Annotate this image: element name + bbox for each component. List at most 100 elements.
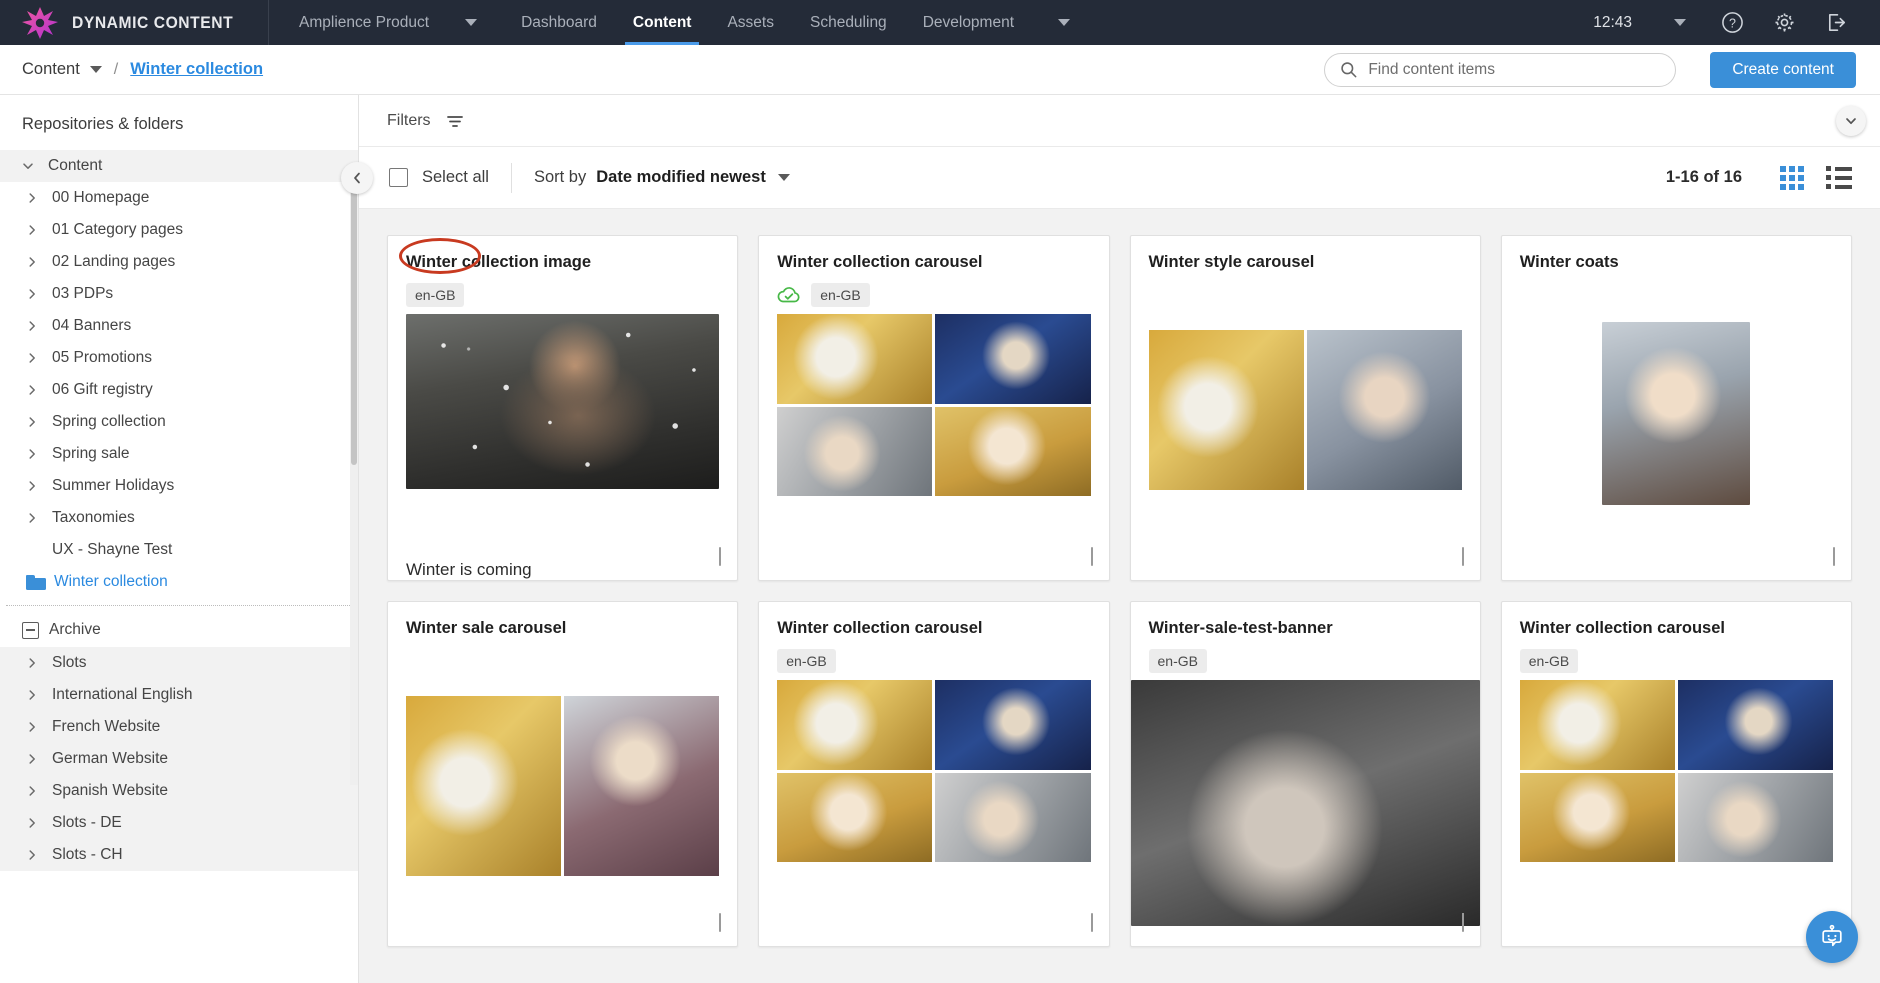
nav-item-development[interactable]: Development — [905, 0, 1032, 45]
toolbar-divider — [510, 162, 512, 193]
card-thumbnail — [388, 308, 737, 556]
brand-logo-area[interactable]: DYNAMIC CONTENT — [0, 6, 268, 39]
sidebar-item-05-promotions[interactable]: 05 Promotions — [0, 342, 358, 374]
sidebar-item-german-website[interactable]: German Website — [0, 743, 358, 775]
help-button[interactable]: ? — [1706, 0, 1758, 45]
breadcrumb-current[interactable]: Winter collection — [130, 60, 263, 79]
card-select-checkbox[interactable] — [719, 913, 722, 932]
thumbnail-tile — [777, 314, 933, 404]
timezone-dropdown-button[interactable] — [1654, 0, 1706, 45]
sidebar-item-content[interactable]: Content — [0, 150, 358, 182]
brand-name: DYNAMIC CONTENT — [72, 12, 234, 32]
sidebar-collapse-button[interactable] — [341, 161, 373, 194]
filter-icon[interactable] — [445, 111, 465, 131]
card-select-checkbox[interactable] — [1461, 547, 1464, 566]
chevron-right-icon — [26, 192, 52, 204]
content-card[interactable]: Winter collection carousel en-GB — [1500, 601, 1852, 947]
sidebar-item-spring-collection[interactable]: Spring collection — [0, 406, 358, 438]
grid-view-icon[interactable] — [1780, 165, 1804, 190]
content-card[interactable]: Winter-sale-test-banner en-GB — [1129, 601, 1481, 947]
sidebar-item-label: Content — [48, 157, 103, 174]
settings-button[interactable] — [1758, 0, 1810, 45]
sort-by-value[interactable]: Date modified newest — [596, 168, 766, 187]
card-select-checkbox-wrap[interactable] — [1461, 913, 1464, 932]
content-cards-grid: Winter collection image en-GB Winter is … — [387, 235, 1852, 947]
logout-button[interactable] — [1810, 0, 1862, 45]
breadcrumb-dropdown-icon[interactable] — [89, 66, 102, 73]
card-select-checkbox-wrap[interactable] — [1461, 547, 1464, 566]
search-input[interactable] — [1368, 60, 1662, 79]
sidebar-item-slots[interactable]: Slots — [0, 647, 358, 679]
select-all-control[interactable]: Select all — [389, 168, 489, 187]
content-card[interactable]: Winter collection carousel en-GB — [758, 601, 1110, 947]
product-selector[interactable]: Amplience Product — [269, 0, 439, 45]
thumbnail-tile — [1677, 680, 1833, 770]
locale-badge: en-GB — [811, 282, 870, 307]
breadcrumb-root[interactable]: Content — [22, 60, 80, 79]
sidebar-item-spanish-website[interactable]: Spanish Website — [0, 775, 358, 807]
nav-item-dashboard[interactable]: Dashboard — [503, 0, 615, 45]
chat-assistant-button[interactable] — [1806, 911, 1858, 963]
sidebar-item-taxonomies[interactable]: Taxonomies — [0, 502, 358, 534]
thumbnail-tile — [1677, 772, 1833, 862]
create-content-button[interactable]: Create content — [1710, 51, 1856, 88]
thumbnail-tile — [777, 406, 933, 496]
sidebar-item-03-pdps[interactable]: 03 PDPs — [0, 278, 358, 310]
sidebar-item-02-landing-pages[interactable]: 02 Landing pages — [0, 246, 358, 278]
card-select-checkbox[interactable] — [1090, 913, 1093, 932]
sidebar-item-winter-collection[interactable]: Winter collection — [0, 566, 358, 598]
sidebar-item-label: UX - Shayne Test — [52, 541, 173, 558]
sidebar-item-summer-holidays[interactable]: Summer Holidays — [0, 470, 358, 502]
sidebar-item-slots-ch[interactable]: Slots - CH — [0, 839, 358, 871]
sidebar-scrollbar-thumb[interactable] — [351, 165, 357, 465]
search-box[interactable] — [1324, 52, 1677, 87]
filters-label[interactable]: Filters — [387, 112, 431, 130]
content-card[interactable]: Winter coats — [1500, 235, 1852, 581]
card-select-checkbox-wrap[interactable] — [719, 547, 722, 566]
sidebar-item-00-homepage[interactable]: 00 Homepage — [0, 182, 358, 214]
more-nav-caret[interactable] — [1032, 0, 1096, 45]
content-card[interactable]: Winter collection carousel en-GB — [758, 235, 1110, 581]
product-selector-caret[interactable] — [439, 0, 503, 45]
nav-item-scheduling[interactable]: Scheduling — [792, 0, 905, 45]
select-all-checkbox[interactable] — [389, 168, 408, 187]
sidebar-archive-toggle[interactable]: Archive — [0, 613, 358, 647]
card-select-checkbox[interactable] — [1090, 547, 1093, 566]
thumbnail-tile — [1519, 680, 1675, 770]
sidebar-item-06-gift-registry[interactable]: 06 Gift registry — [0, 374, 358, 406]
card-select-checkbox[interactable] — [719, 547, 722, 566]
card-select-checkbox-wrap[interactable] — [719, 913, 722, 932]
card-select-checkbox-wrap[interactable] — [1090, 547, 1093, 566]
content-card[interactable]: Winter sale carousel — [387, 601, 739, 947]
sidebar-tree: Content 00 Homepage 01 Category pages 02… — [0, 150, 358, 983]
select-all-label: Select all — [422, 168, 489, 186]
sidebar-item-01-category-pages[interactable]: 01 Category pages — [0, 214, 358, 246]
sidebar-item-ux-shayne-test[interactable]: UX - Shayne Test — [0, 534, 358, 566]
list-view-icon[interactable] — [1826, 166, 1852, 189]
content-card[interactable]: Winter style carousel — [1129, 235, 1481, 581]
sidebar-item-label: 04 Banners — [52, 317, 132, 334]
filter-panel-expand-button[interactable] — [1836, 105, 1866, 136]
card-select-checkbox-wrap[interactable] — [1833, 547, 1835, 566]
content-card[interactable]: Winter collection image en-GB Winter is … — [387, 235, 739, 581]
card-meta: en-GB — [759, 272, 1108, 308]
main-panel: Filters Select all Sort by Date modified… — [341, 95, 1880, 983]
sidebar-item-spring-sale[interactable]: Spring sale — [0, 438, 358, 470]
thumbnail-tile — [564, 696, 720, 876]
card-select-checkbox[interactable] — [1461, 913, 1464, 932]
filter-bar: Filters — [359, 95, 1880, 147]
card-select-checkbox[interactable] — [1833, 547, 1835, 566]
chevron-down-icon — [1846, 117, 1856, 124]
card-select-checkbox-wrap[interactable] — [1090, 913, 1093, 932]
sort-dropdown-icon[interactable] — [777, 174, 790, 181]
sidebar-item-slots-de[interactable]: Slots - DE — [0, 807, 358, 839]
sidebar-item-04-banners[interactable]: 04 Banners — [0, 310, 358, 342]
nav-item-assets[interactable]: Assets — [709, 0, 792, 45]
nav-item-content[interactable]: Content — [615, 0, 710, 45]
sidebar-item-international-english[interactable]: International English — [0, 679, 358, 711]
card-thumbnail — [1502, 308, 1851, 580]
sidebar-item-french-website[interactable]: French Website — [0, 711, 358, 743]
clock: 12:43 — [1593, 13, 1632, 31]
page-body: Repositories & folders Content 00 Homepa… — [0, 95, 1880, 983]
sidebar-scrollbar[interactable] — [350, 165, 358, 785]
